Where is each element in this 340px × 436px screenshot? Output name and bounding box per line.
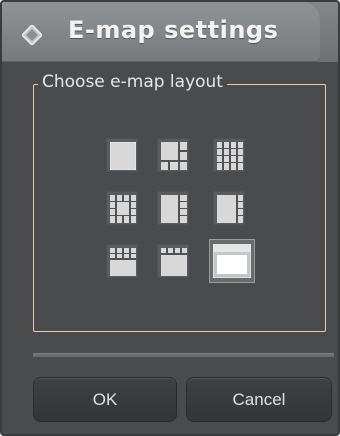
layout-option-big-left-column-right[interactable] (157, 191, 189, 225)
layout-4x4-icon (217, 142, 243, 170)
layout-center-ring-icon (110, 195, 136, 223)
layout-1x1-icon (110, 142, 136, 170)
ok-button[interactable]: OK (33, 377, 177, 422)
layout-top-strip-icon (161, 248, 187, 276)
layout-window-icon (213, 244, 251, 278)
layout-option-big-left-narrow-right[interactable] (213, 191, 245, 225)
layout-option-single[interactable] (106, 138, 138, 172)
layout-option-one-plus-five[interactable] (157, 138, 189, 172)
layout-big-left-icon (161, 195, 187, 223)
emap-settings-dialog: E-map settings Choose e-map layout OK Ca… (0, 0, 340, 436)
separator (33, 353, 334, 357)
layout-option-window[interactable] (209, 239, 255, 283)
dialog-title: E-map settings (68, 16, 279, 44)
layout-option-center-plus-ring[interactable] (106, 191, 138, 225)
layout-groupbox-legend: Choose e-map layout (38, 72, 227, 92)
layout-1-plus-5-icon (161, 142, 187, 170)
layout-big-left-narrow-icon (217, 195, 243, 223)
layout-option-top-strip-big-bottom[interactable] (157, 244, 189, 278)
layout-option-top-row-big-bottom[interactable] (106, 244, 138, 278)
diamond-icon (20, 23, 44, 47)
layout-option-grid-4x4[interactable] (213, 138, 245, 172)
layout-top-row-icon (110, 248, 136, 276)
cancel-button[interactable]: Cancel (186, 377, 332, 422)
